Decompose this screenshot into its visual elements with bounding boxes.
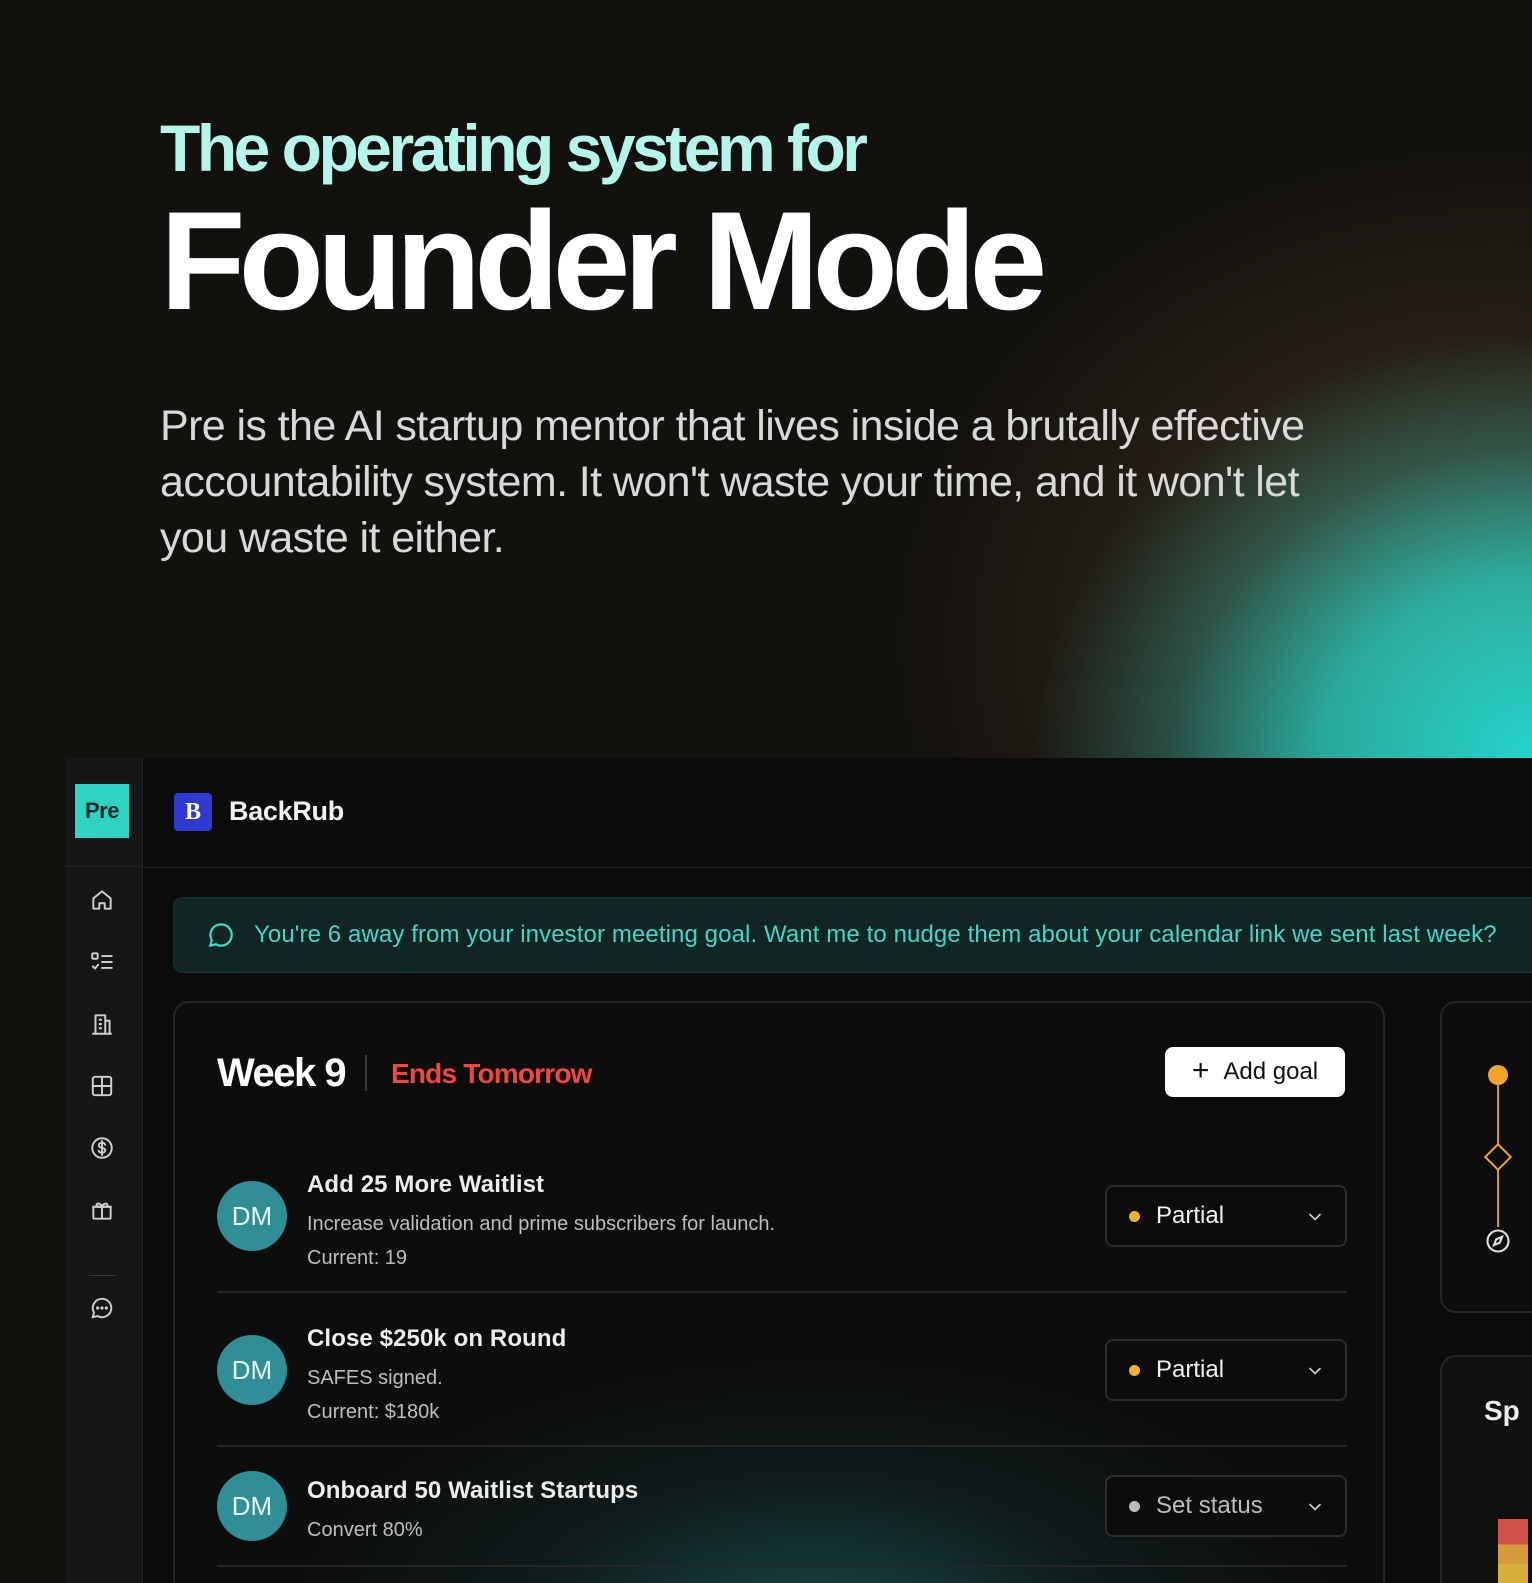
checklist-icon — [91, 952, 113, 970]
hero: The operating system for Founder Mode — [160, 108, 1360, 336]
goal-title: Close $250k on Round — [307, 1325, 567, 1352]
side-panel-card: Sp — [1440, 1355, 1532, 1583]
sidebar-divider — [65, 866, 143, 867]
sidebar-divider-lower — [89, 1275, 115, 1276]
avatar: DM — [217, 1471, 287, 1541]
hero-lede: Pre is the AI startup mentor that lives … — [160, 402, 1305, 562]
sidebar-item-company[interactable] — [87, 1009, 117, 1039]
week-due-badge: Ends Tomorrow — [391, 1058, 592, 1089]
app-window: Pre B BackRub You're 6 away from your in… — [65, 758, 1532, 1583]
goal-row[interactable]: DM Close $250k on Round SAFES signed. Cu… — [217, 1293, 1347, 1447]
weekly-goals-card: Week 9 Ends Tomorrow + Add goal DM Add 2… — [173, 1001, 1385, 1583]
timeline-milestone-diamond[interactable] — [1483, 1142, 1513, 1172]
banner-text: You're 6 away from your investor meeting… — [254, 921, 1497, 948]
app-header: B BackRub — [144, 758, 1532, 868]
add-goal-label: Add goal — [1223, 1058, 1319, 1085]
goal-current: Current: 19 — [307, 1247, 408, 1269]
timeline-milestone-dot[interactable] — [1488, 1065, 1508, 1085]
status-select[interactable]: Partial — [1105, 1185, 1347, 1247]
status-dot — [1129, 1364, 1140, 1376]
goal-description: Increase validation and prime subscriber… — [307, 1213, 776, 1235]
company-logo[interactable]: B — [174, 793, 212, 831]
grid-icon — [91, 1075, 113, 1097]
goal-row[interactable]: DM Onboard 50 Waitlist Startups Convert … — [217, 1447, 1347, 1567]
week-title: Week 9 — [217, 1051, 347, 1095]
status-dot — [1129, 1210, 1140, 1222]
sidebar-item-funding[interactable] — [87, 1133, 117, 1163]
sidebar-item-gifts[interactable] — [87, 1195, 117, 1225]
sidebar-item-chat[interactable] — [87, 1293, 117, 1323]
goal-row[interactable]: DM Add 25 More Waitlist Increase validat… — [217, 1161, 1347, 1293]
chevron-down-icon — [1309, 1503, 1321, 1511]
goal-title: Onboard 50 Waitlist Startups — [307, 1477, 639, 1504]
sidebar-item-tasks[interactable] — [87, 947, 117, 977]
hero-headline: Founder Mode — [160, 182, 1047, 339]
compass-icon[interactable] — [1484, 1227, 1512, 1255]
gift-icon — [92, 1202, 112, 1220]
status-select[interactable]: Partial — [1105, 1339, 1347, 1401]
status-select[interactable]: Set status — [1105, 1475, 1347, 1537]
message-icon — [208, 923, 233, 948]
ai-nudge-banner[interactable]: You're 6 away from your investor meeting… — [173, 897, 1532, 973]
goal-current: Current: $180k — [307, 1401, 440, 1423]
dollar-icon — [91, 1137, 113, 1159]
goal-description: SAFES signed. — [307, 1367, 443, 1389]
hero-kicker: The operating system for — [160, 111, 868, 185]
avatar: DM — [217, 1181, 287, 1251]
status-label: Partial — [1156, 1202, 1225, 1229]
avatar: DM — [217, 1335, 287, 1405]
week-separator — [365, 1055, 367, 1091]
sidebar-item-home[interactable] — [87, 885, 117, 915]
pre-logo[interactable]: Pre — [75, 784, 129, 838]
goal-description: Convert 80% — [307, 1519, 423, 1541]
status-label: Set status — [1156, 1492, 1263, 1519]
status-dot — [1129, 1500, 1140, 1512]
side-panel-title: Sp — [1484, 1395, 1520, 1426]
goal-title: Add 25 More Waitlist — [307, 1171, 545, 1198]
add-goal-button[interactable]: + Add goal — [1165, 1047, 1345, 1097]
chart-bar-swatch — [1498, 1519, 1528, 1583]
home-icon — [92, 890, 112, 910]
timeline-card — [1440, 1001, 1532, 1313]
company-name[interactable]: BackRub — [229, 796, 344, 827]
chevron-down-icon — [1309, 1367, 1321, 1375]
status-label: Partial — [1156, 1356, 1225, 1383]
sidebar: Pre — [65, 758, 143, 1583]
building-icon — [92, 1014, 112, 1035]
chat-icon — [91, 1297, 113, 1319]
sidebar-item-grid[interactable] — [87, 1071, 117, 1101]
chevron-down-icon — [1309, 1213, 1321, 1221]
row-divider — [217, 1565, 1347, 1567]
plus-icon: + — [1191, 1053, 1210, 1087]
